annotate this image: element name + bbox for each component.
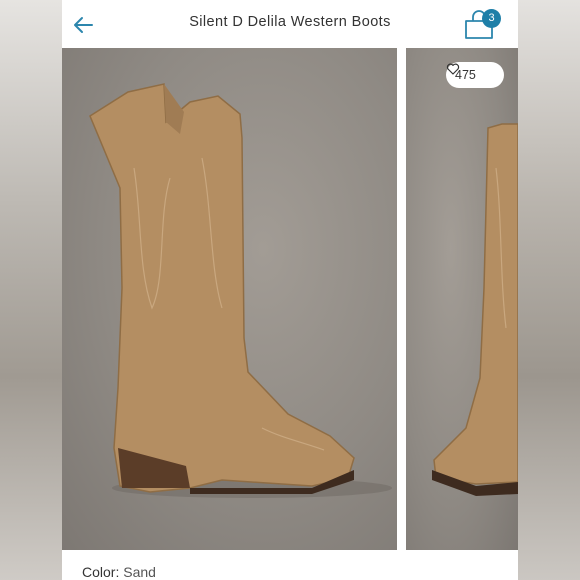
page-title: Silent D Delila Western Boots: [189, 14, 391, 30]
color-value: Sand: [123, 564, 156, 580]
heart-outline-icon: [446, 63, 460, 75]
background-blur-left: [0, 0, 62, 580]
cart-count-badge: 3: [482, 9, 501, 28]
app-screen: Silent D Delila Western Boots 3 475 Colo…: [62, 0, 518, 580]
like-button[interactable]: 475: [446, 62, 504, 88]
boot-illustration: [89, 83, 392, 498]
background-blur-right: [518, 0, 580, 580]
color-selection: Color: Sand: [82, 564, 156, 580]
color-label: Color:: [82, 564, 120, 580]
product-photo-next[interactable]: 475: [406, 48, 518, 550]
product-photo-main[interactable]: [62, 48, 397, 550]
top-bar: Silent D Delila Western Boots 3: [62, 0, 518, 48]
product-image-carousel[interactable]: 475: [62, 48, 518, 550]
boot-illustration-next: [432, 123, 518, 496]
